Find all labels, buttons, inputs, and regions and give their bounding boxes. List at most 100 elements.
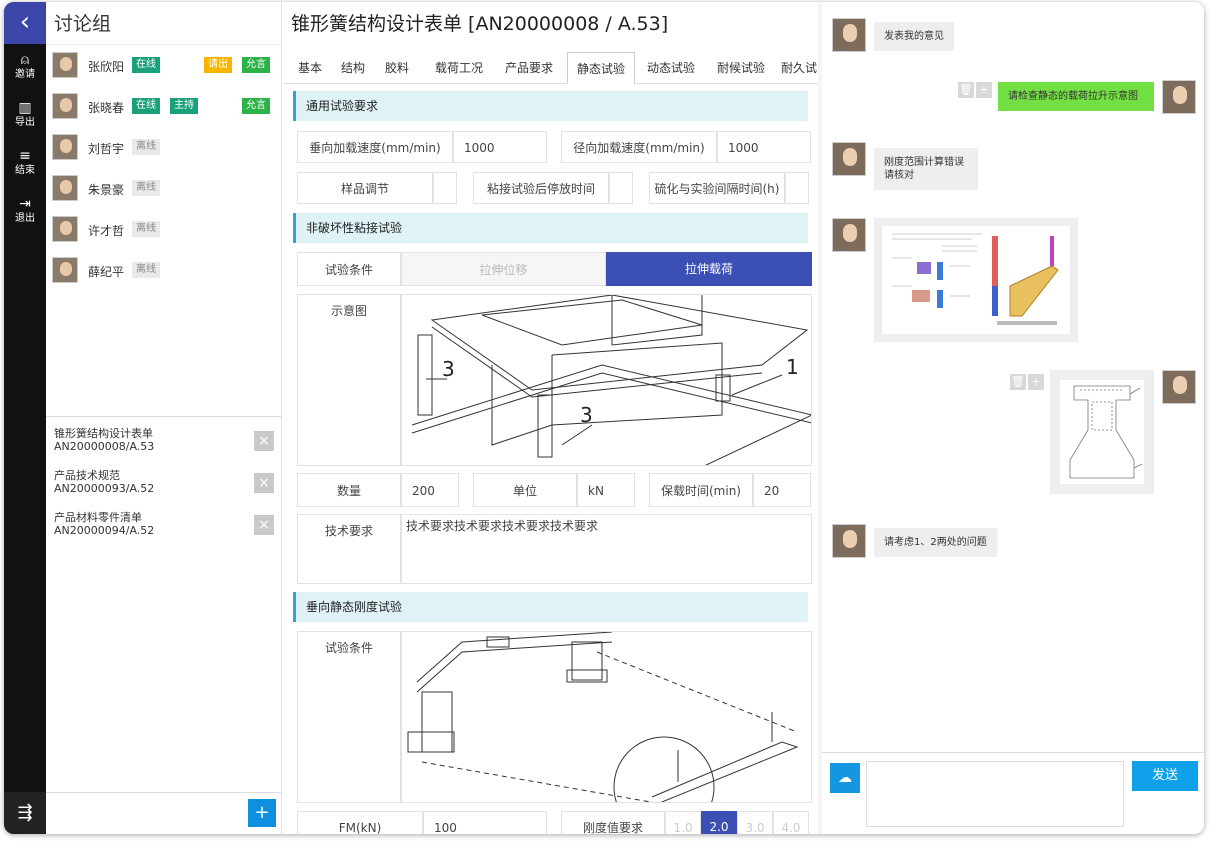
- cond-option-displacement[interactable]: 拉伸位移: [401, 252, 606, 286]
- chevron-left-icon[interactable]: ‹: [4, 2, 46, 44]
- plus-icon[interactable]: +: [1028, 374, 1044, 390]
- unit-label: 单位: [473, 473, 577, 507]
- member-row[interactable]: 张晓春 在线 主持 允言: [46, 86, 281, 127]
- plus-icon[interactable]: +: [976, 82, 992, 98]
- chat-panel: 发表我的意见 🗑 + 请检查静态的载荷拉升示意图 刚度范围计算错误 请核对 🗑 …: [822, 2, 1204, 834]
- chat-message-mine: 请检查静态的载荷拉升示意图: [998, 82, 1154, 111]
- member-name: 薛纪平: [88, 265, 125, 279]
- vert-speed-label: 垂向加载速度(mm/min): [297, 131, 453, 163]
- tab-product-req[interactable]: 产品要求: [499, 52, 559, 84]
- document-item[interactable]: 产品材料零件清单 AN20000094/A.52 ×: [46, 511, 282, 553]
- diagram-image: 3 3 1: [401, 294, 812, 466]
- fm-field[interactable]: 100: [423, 811, 547, 834]
- avatar: [832, 142, 866, 176]
- chat-image-message-mine[interactable]: [1050, 370, 1154, 494]
- invite-label: 邀请: [15, 69, 35, 80]
- bond-park-label: 粘接试验后停放时间: [473, 172, 609, 204]
- test-cond-label: 试验条件: [297, 252, 401, 286]
- status-badge: 离线: [132, 180, 160, 196]
- design-form: 锥形簧结构设计表单 [AN20000008 / A.53] 基本 结构 胶料 载…: [283, 2, 818, 834]
- member-row[interactable]: 张欣阳 在线 请出 允言: [46, 45, 281, 86]
- person-add-icon: ⍝: [20, 52, 30, 68]
- unit-select[interactable]: kN: [577, 473, 635, 507]
- export-button[interactable]: ▥ 导出: [4, 92, 46, 140]
- logout-button[interactable]: ⇥ 退出: [4, 188, 46, 236]
- test-cond2-label: 试验条件: [297, 631, 401, 803]
- callout-label: 3: [580, 403, 593, 427]
- cond-option-load[interactable]: 拉伸载荷: [606, 252, 812, 286]
- qty-label: 数量: [297, 473, 401, 507]
- member-row[interactable]: 许才哲 离线: [46, 209, 281, 250]
- member-list: 张欣阳 在线 请出 允言 张晓春 在线 主持 允言 刘哲宇 离线 朱景豪 离线: [46, 44, 281, 291]
- qty-field[interactable]: 200: [401, 473, 459, 507]
- tech-req-label: 技术要求: [297, 514, 401, 584]
- document-list: 锥形簧结构设计表单 AN20000008/A.53 × 产品技术规范 AN200…: [46, 416, 282, 553]
- member-name: 张晓春: [88, 101, 125, 115]
- tab-load-cases[interactable]: 载荷工况: [429, 52, 489, 84]
- trash-icon[interactable]: 🗑: [1010, 374, 1026, 390]
- document-code: AN20000093/A.52: [54, 482, 155, 495]
- tab-weather-test[interactable]: 耐候试验: [711, 52, 771, 84]
- vert-speed-field[interactable]: 1000: [453, 131, 547, 163]
- side-nav: ‹ ⍝ 邀请 ▥ 导出 ≡ 结束 ⇥ 退出 ⇶: [4, 2, 46, 834]
- kick-button[interactable]: 请出: [204, 57, 232, 73]
- send-button[interactable]: 发送: [1132, 761, 1198, 791]
- document-item[interactable]: 锥形簧结构设计表单 AN20000008/A.53 ×: [46, 427, 282, 469]
- document-code: AN20000094/A.52: [54, 524, 155, 537]
- document-item[interactable]: 产品技术规范 AN20000093/A.52 ×: [46, 469, 282, 511]
- avatar: [1162, 370, 1196, 404]
- stiffness-option[interactable]: 3.0: [737, 811, 773, 834]
- tab-bar: 基本 结构 胶料 载荷工况 产品要求 静态试验 动态试验 耐候试验 耐久试: [283, 46, 818, 84]
- avatar: [832, 218, 866, 252]
- add-document-button[interactable]: +: [248, 799, 276, 827]
- document-title: 产品技术规范: [54, 469, 120, 482]
- close-icon[interactable]: ×: [254, 515, 274, 535]
- stiffness-option-selected[interactable]: 2.0: [701, 811, 737, 834]
- tab-rubber[interactable]: 胶料: [379, 52, 415, 84]
- export-icon: ▥: [18, 100, 32, 116]
- allow-speak-button[interactable]: 允言: [242, 57, 270, 73]
- tab-durability-test[interactable]: 耐久试: [779, 52, 818, 84]
- panel-title: 讨论组: [54, 13, 112, 35]
- bond-park-field[interactable]: [609, 172, 633, 204]
- vulc-interval-field[interactable]: [785, 172, 809, 204]
- cloud-upload-icon[interactable]: ☁: [830, 763, 860, 793]
- stiffness-drawing: [407, 632, 799, 802]
- avatar: [1162, 80, 1196, 114]
- logout-label: 退出: [15, 213, 35, 224]
- tab-basic[interactable]: 基本: [293, 52, 327, 84]
- chat-message: 发表我的意见: [874, 22, 954, 51]
- member-row[interactable]: 薛纪平 离线: [46, 250, 281, 291]
- avatar: [52, 93, 78, 119]
- fm-label: FM(kN): [297, 811, 423, 834]
- member-row[interactable]: 朱景豪 离线: [46, 168, 281, 209]
- trash-icon[interactable]: 🗑: [958, 82, 974, 98]
- tab-static-test[interactable]: 静态试验: [567, 52, 635, 84]
- document-title: 产品材料零件清单: [54, 511, 142, 524]
- hold-time-field[interactable]: 20: [753, 473, 811, 507]
- close-icon[interactable]: ×: [254, 431, 274, 451]
- chat-image-message[interactable]: [874, 218, 1078, 342]
- end-button[interactable]: ≡ 结束: [4, 140, 46, 188]
- status-badge: 离线: [132, 262, 160, 278]
- attached-diagram-image: [882, 226, 1070, 334]
- menu-icon[interactable]: ⇶: [4, 792, 46, 834]
- avatar: [52, 216, 78, 242]
- callout-label: 3: [442, 357, 455, 381]
- tab-structure[interactable]: 结构: [335, 52, 371, 84]
- sample-adjust-field[interactable]: [433, 172, 457, 204]
- discussion-panel: 讨论组 张欣阳 在线 请出 允言 张晓春 在线 主持 允言 刘哲宇 离线 朱景豪…: [46, 2, 282, 834]
- member-row[interactable]: 刘哲宇 离线: [46, 127, 281, 168]
- invite-button[interactable]: ⍝ 邀请: [4, 44, 46, 92]
- message-input[interactable]: [866, 761, 1124, 827]
- diagram-label: 示意图: [297, 294, 401, 466]
- close-icon[interactable]: ×: [254, 473, 274, 493]
- page-title: 锥形簧结构设计表单 [AN20000008 / A.53]: [291, 13, 669, 35]
- tab-dynamic-test[interactable]: 动态试验: [641, 52, 701, 84]
- stiffness-option[interactable]: 1.0: [665, 811, 701, 834]
- tech-req-textarea[interactable]: 技术要求技术要求技术要求技术要求: [401, 514, 812, 584]
- document-title: 锥形簧结构设计表单: [54, 427, 153, 440]
- rad-speed-field[interactable]: 1000: [717, 131, 811, 163]
- allow-speak-button[interactable]: 允言: [242, 98, 270, 114]
- stiffness-option[interactable]: 4.0: [773, 811, 809, 834]
